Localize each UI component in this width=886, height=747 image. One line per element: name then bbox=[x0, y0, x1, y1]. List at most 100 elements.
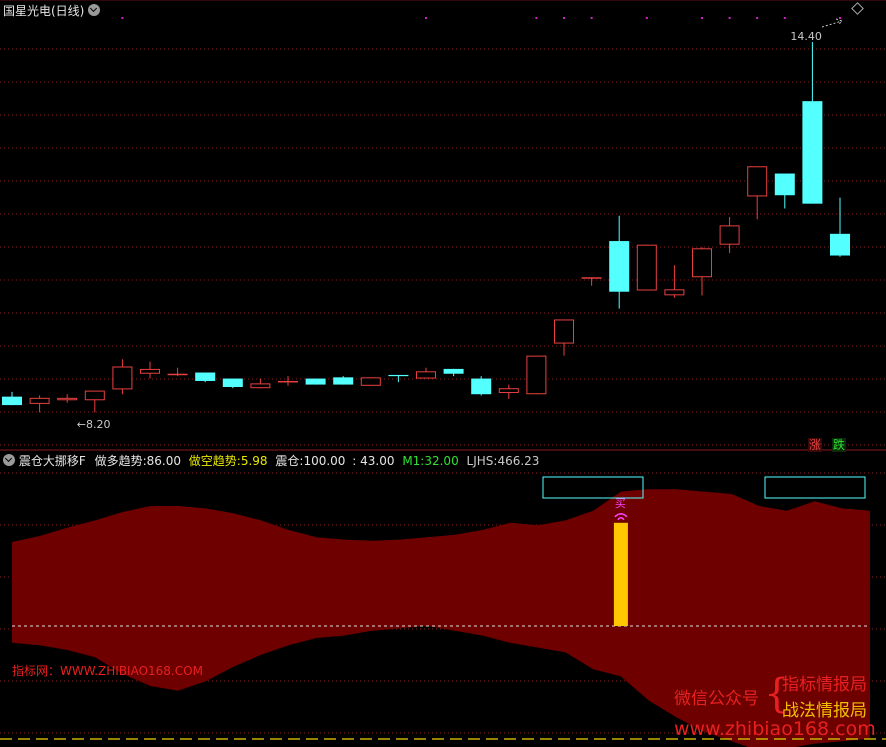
chart-title-bar: 国星光电(日线) bbox=[3, 2, 101, 19]
signal-box bbox=[764, 476, 866, 499]
candle-body bbox=[581, 277, 602, 279]
candle bbox=[609, 215, 630, 309]
candle bbox=[333, 376, 354, 385]
candle-body bbox=[29, 397, 50, 404]
candle bbox=[719, 216, 740, 254]
candle bbox=[747, 166, 768, 220]
price-annotation: 14.40 bbox=[790, 30, 822, 43]
shake-value: 100.00 bbox=[303, 454, 346, 468]
candle bbox=[167, 367, 188, 377]
candle-body bbox=[664, 289, 685, 296]
candle-body bbox=[609, 241, 630, 292]
extra-value: : 43.00 bbox=[352, 454, 395, 468]
top-marker bbox=[783, 17, 786, 19]
m1-label: M1: bbox=[402, 454, 425, 468]
candle bbox=[250, 378, 271, 389]
short-value: 5.98 bbox=[240, 454, 268, 468]
candle bbox=[636, 244, 657, 291]
candle-body bbox=[167, 373, 188, 376]
long-label: 做多趋势: bbox=[94, 454, 147, 468]
candle-body bbox=[443, 368, 464, 374]
candle bbox=[278, 376, 298, 386]
candle-body bbox=[388, 374, 409, 377]
stock-chart[interactable]: 14.40 ←8.20 买 bbox=[0, 0, 886, 747]
candle bbox=[692, 247, 712, 296]
top-marker bbox=[535, 17, 538, 19]
wechat-label: 微信公众号 bbox=[674, 689, 759, 709]
candle-body bbox=[140, 368, 160, 374]
candle-body bbox=[250, 383, 271, 389]
candle-body bbox=[636, 244, 657, 291]
stock-title: 国星光电(日线) bbox=[3, 4, 85, 18]
price-annotation: ←8.20 bbox=[77, 418, 111, 431]
candle-body bbox=[802, 101, 823, 204]
candle bbox=[664, 265, 685, 298]
candle bbox=[416, 367, 436, 379]
candle-body bbox=[830, 233, 850, 256]
shake-label: 震仓: bbox=[275, 454, 304, 468]
candle bbox=[581, 277, 602, 286]
candle bbox=[554, 319, 574, 356]
top-marker bbox=[701, 17, 703, 19]
candle bbox=[305, 378, 326, 385]
long-value: 86.00 bbox=[146, 454, 181, 468]
candle bbox=[140, 361, 160, 379]
legend-up: 涨 bbox=[808, 438, 823, 452]
candle bbox=[2, 391, 22, 406]
candle-body bbox=[333, 377, 354, 385]
candle bbox=[57, 394, 78, 403]
candle-body bbox=[554, 319, 574, 344]
candle bbox=[222, 378, 243, 389]
annotation-arrow bbox=[821, 18, 843, 28]
candle bbox=[498, 384, 519, 400]
candle bbox=[526, 355, 547, 395]
candle bbox=[84, 390, 105, 413]
top-marker bbox=[839, 17, 841, 19]
candle-body bbox=[222, 378, 243, 387]
candle-body bbox=[498, 388, 519, 394]
candle-body bbox=[84, 390, 105, 401]
candle bbox=[29, 395, 50, 413]
candle bbox=[830, 197, 850, 257]
top-marker bbox=[590, 17, 593, 19]
signal-bar-yellow bbox=[613, 522, 628, 626]
candle-body bbox=[2, 396, 22, 406]
brand-url: www.zhibiao168.com bbox=[674, 718, 876, 740]
candle-body bbox=[57, 397, 78, 401]
top-marker bbox=[645, 17, 648, 19]
indicator-header: 震仓大挪移F 做多趋势:86.00 做空趋势:5.98 震仓:100.00 : … bbox=[3, 452, 539, 469]
candle bbox=[443, 368, 464, 377]
candle-body bbox=[416, 371, 436, 379]
candle-body bbox=[774, 173, 795, 196]
indicator-name: 震仓大挪移F bbox=[18, 454, 86, 468]
candle-body bbox=[471, 378, 492, 395]
top-marker bbox=[756, 17, 759, 19]
candle-body bbox=[278, 380, 298, 383]
ljhs-label: LJHS: bbox=[466, 454, 498, 468]
legend: 涨 跌 bbox=[808, 436, 846, 453]
short-label: 做空趋势: bbox=[188, 454, 241, 468]
top-marker bbox=[121, 17, 124, 19]
candle-body bbox=[719, 225, 740, 245]
candle bbox=[388, 374, 409, 383]
candle-body bbox=[526, 355, 547, 395]
candle bbox=[195, 372, 216, 383]
legend-down: 跌 bbox=[831, 438, 846, 452]
m1-value: 32.00 bbox=[424, 454, 459, 468]
candle-body bbox=[305, 378, 326, 385]
top-marker bbox=[563, 17, 565, 19]
chevron-down-icon[interactable] bbox=[88, 4, 101, 16]
candle-body bbox=[747, 166, 768, 197]
top-marker bbox=[728, 17, 731, 19]
brand-line1: 指标情报局 bbox=[782, 675, 867, 695]
candle bbox=[471, 376, 492, 396]
candle bbox=[802, 42, 823, 204]
candle-body bbox=[692, 248, 712, 278]
site-watermark: 指标网：WWW.ZHIBIAO168.COM bbox=[12, 664, 203, 678]
buy-label: 买 bbox=[615, 497, 626, 510]
candle-body bbox=[112, 366, 133, 390]
candle bbox=[112, 359, 133, 395]
chevron-down-icon[interactable] bbox=[3, 454, 15, 466]
candle-body bbox=[360, 377, 381, 386]
candle-body bbox=[195, 372, 216, 381]
